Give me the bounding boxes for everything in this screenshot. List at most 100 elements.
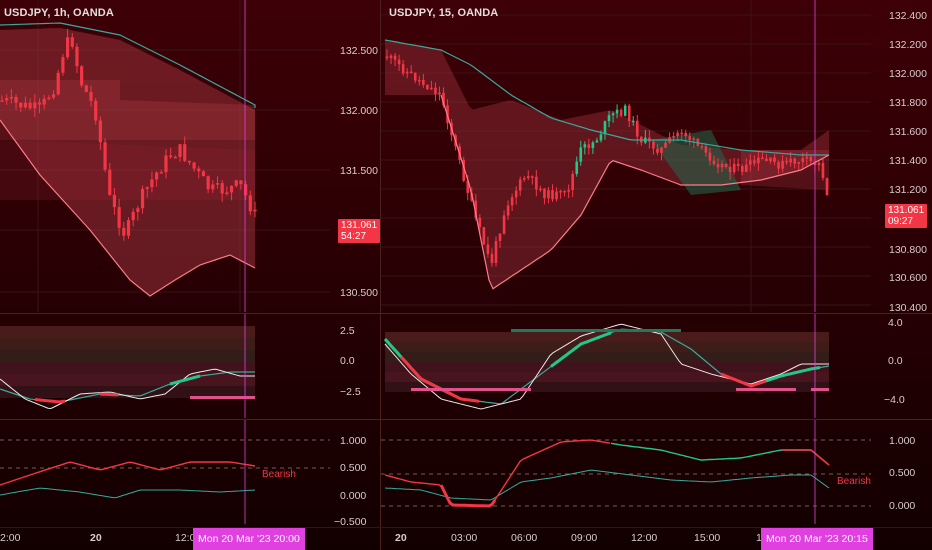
signal-bar [411,388,531,391]
candle-body [700,145,704,148]
highlight-segment [99,392,119,397]
candle-body [789,158,792,163]
left-price-tick: 131.500 [340,165,378,177]
right-lower-tick: 0.000 [889,500,916,512]
right-time-label: 09:00 [571,532,598,544]
right-price-plot[interactable] [381,0,871,312]
right-time-label: 20 [395,532,407,544]
candle-body [736,163,740,167]
candle-body [56,72,60,95]
candle-body [253,209,257,212]
lower-main-line [0,461,256,486]
candle-body [708,152,712,161]
oscillator-zone-band [385,352,829,362]
candle-body [579,147,583,162]
left-price-tick: 132.500 [340,45,378,57]
pane-separator[interactable] [0,419,932,420]
candle-body [248,195,252,212]
lower-main-line [610,442,828,464]
right-price-badge: 131.061 09:27 [885,204,928,228]
candle-body [478,217,482,228]
candle-body [61,57,65,73]
candle-body [122,227,126,236]
candle-body [773,157,776,163]
left-osc-tick: −2.5 [340,386,361,398]
candle-body [150,179,154,188]
candle-body [37,102,42,105]
right-price-tick: 132.200 [889,39,927,51]
candle-body [680,132,683,135]
candle-body [539,188,542,191]
candle-body [781,160,784,169]
candle-body [0,100,4,102]
candle-body [438,92,441,95]
right-chart-pane[interactable]: USDJPY, 15, OANDA 132.400 132.200 132.00… [381,0,932,550]
signal-bar [511,329,681,332]
right-lower-indicator-plot[interactable] [381,420,871,524]
right-lower-tick: 0.500 [889,467,916,479]
candle-body [749,160,752,165]
candle-body [482,227,486,245]
candle-body [385,56,389,59]
pane-separator[interactable] [0,313,932,314]
candle-body [805,156,809,159]
candle-body [89,91,93,101]
right-lower-tick: 1.000 [889,435,916,447]
candle-body [183,144,187,161]
candle-body [825,178,829,196]
candle-body [797,161,801,164]
candle-body [173,156,177,159]
left-price-tick: 132.000 [340,105,378,117]
time-axis-separator [0,527,932,528]
right-price-tick: 132.400 [889,10,927,22]
candle-body [732,163,736,173]
candle-body [627,105,631,122]
candle-body [712,160,716,165]
candle-body [656,148,659,153]
left-chart-pane[interactable]: USDJPY, 1h, OANDA 132.500 132.000 131.50… [0,0,380,550]
candle-body [757,157,760,164]
candle-body [159,172,163,174]
candle-body [486,244,490,254]
candle-body [740,166,744,172]
candle-body [615,109,619,114]
candle-body [155,172,159,180]
candle-body [417,79,421,82]
candle-body [692,138,696,140]
left-bearish-label: Bearish [262,469,296,480]
candle-body [9,96,13,99]
candle-body [47,97,51,100]
candle-body [744,164,748,172]
candle-body [777,162,780,169]
candle-body [108,169,112,195]
candle-body [75,46,79,67]
candle-body [140,188,145,209]
candle-body [543,188,546,199]
candle-body [422,79,425,85]
candle-body [571,173,574,191]
candle-body [201,171,206,177]
candle-body [518,179,522,191]
candle-body [197,168,201,172]
left-price-badge-countdown: 54:27 [341,231,367,242]
candle-body [14,96,18,103]
candle-body [65,37,70,58]
candle-body [397,59,401,65]
right-osc-tick: 4.0 [888,317,903,329]
left-time-label: 20 [90,532,102,544]
candle-body [211,184,215,190]
right-time-label: 06:00 [511,532,538,544]
candle-body [599,134,603,141]
candle-body [51,94,56,98]
candle-body [514,190,518,198]
left-oscillator-plot[interactable] [0,314,330,418]
candle-body [510,197,514,206]
left-price-plot[interactable] [0,0,330,312]
oscillator-zone-band [0,362,255,374]
candle-body [494,241,498,263]
right-oscillator-plot[interactable] [381,314,871,418]
right-price-tick: 131.400 [889,155,927,167]
candle-body [28,102,32,109]
left-price-badge: 131.061 54:27 [338,219,380,243]
oscillator-zone-band [0,374,255,386]
